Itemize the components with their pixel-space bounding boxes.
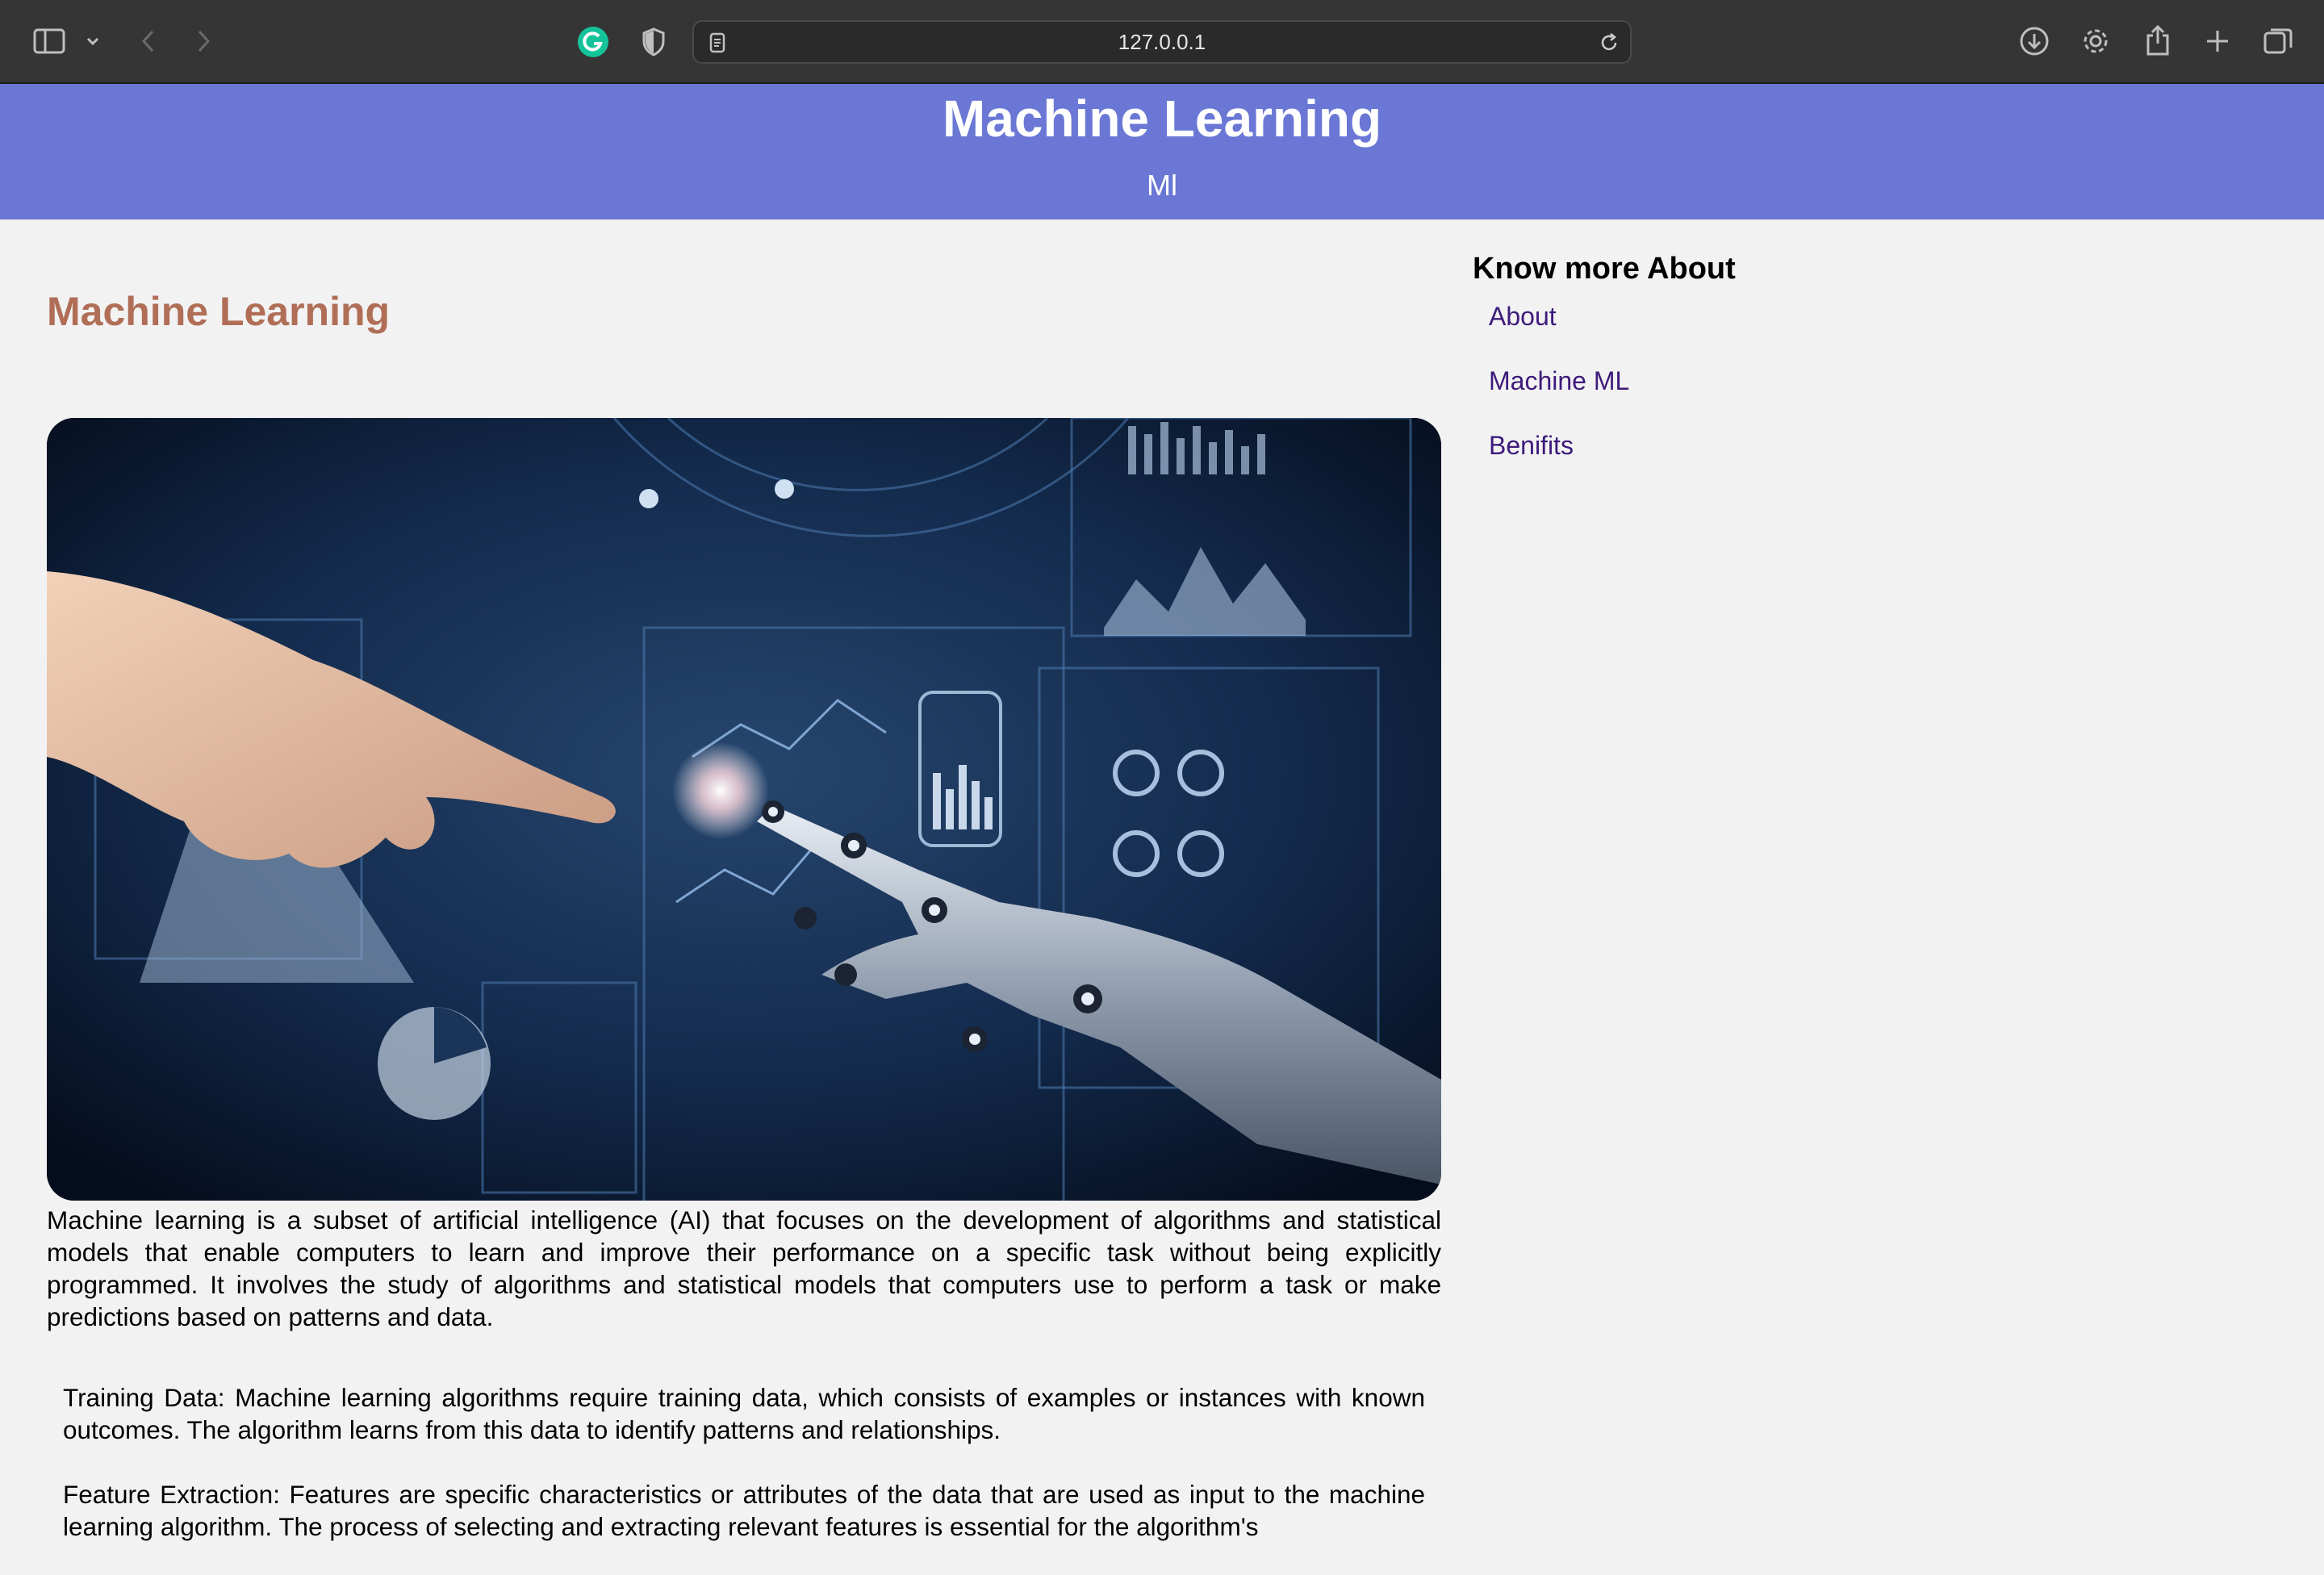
article-title: Machine Learning bbox=[47, 289, 391, 334]
site-subtitle: Ml bbox=[1147, 169, 1177, 202]
address-bar[interactable]: 127.0.0.1 bbox=[692, 20, 1632, 64]
sidebar-link-benifits[interactable]: Benifits bbox=[1489, 431, 1574, 460]
back-icon[interactable] bbox=[134, 24, 161, 58]
grammarly-extension-icon[interactable] bbox=[576, 25, 610, 59]
browser-toolbar: 127.0.0.1 bbox=[0, 0, 2324, 84]
sidebar-link-about[interactable]: About bbox=[1489, 302, 1557, 331]
sidebar-item-machine-ml: Machine ML bbox=[1489, 363, 1629, 428]
sidebar-title: Know more About bbox=[1473, 252, 1736, 286]
site-header: Machine Learning Ml bbox=[0, 84, 2324, 219]
hero-image bbox=[47, 418, 1441, 1201]
privacy-shield-icon[interactable] bbox=[637, 25, 670, 59]
article-points: Training Data: Machine learning algorith… bbox=[63, 1381, 1425, 1575]
sidebar-link-machine-ml[interactable]: Machine ML bbox=[1489, 366, 1629, 395]
share-icon[interactable] bbox=[2142, 23, 2174, 58]
tab-overview-icon[interactable] bbox=[2261, 24, 2295, 58]
sidebar-item-benifits: Benifits bbox=[1489, 428, 1629, 492]
sidebar-toggle-icon[interactable] bbox=[31, 24, 68, 58]
point-training-data: Training Data: Machine learning algorith… bbox=[63, 1383, 1425, 1444]
gear-icon[interactable] bbox=[2079, 24, 2113, 58]
web-page: Machine Learning Ml Machine Learning Mac… bbox=[0, 84, 2324, 1541]
article-intro-paragraph: Machine learning is a subset of artifici… bbox=[47, 1205, 1441, 1331]
download-icon[interactable] bbox=[2017, 24, 2051, 58]
sidebar-item-about: About bbox=[1489, 299, 1629, 363]
site-title: Machine Learning bbox=[942, 90, 1382, 148]
point-feature-extraction: Feature Extraction: Features are specifi… bbox=[63, 1480, 1425, 1541]
chevron-down-icon[interactable] bbox=[81, 31, 105, 52]
url-text[interactable]: 127.0.0.1 bbox=[694, 22, 1630, 62]
new-tab-icon[interactable] bbox=[2201, 24, 2234, 58]
reload-icon[interactable] bbox=[1596, 30, 1622, 56]
sidebar-links: About Machine ML Benifits bbox=[1489, 299, 1629, 492]
forward-icon[interactable] bbox=[190, 24, 218, 58]
